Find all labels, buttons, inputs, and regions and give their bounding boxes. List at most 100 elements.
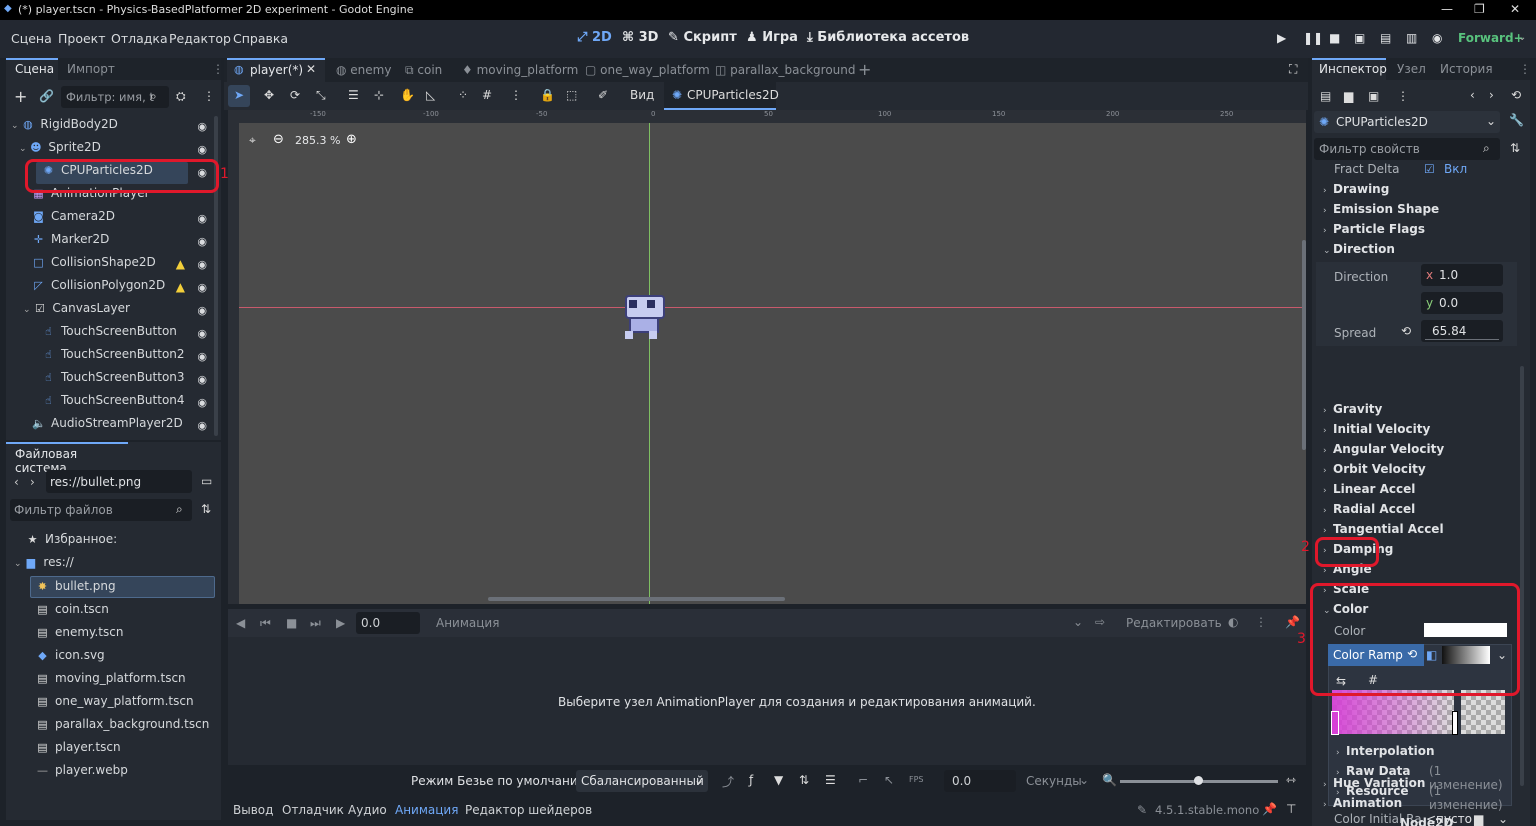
list-select-icon[interactable]: ☰ [348,88,359,102]
file-item[interactable]: — player.webp [36,763,128,785]
pin-icon[interactable]: 📌 [1262,802,1277,816]
split-view-icon[interactable]: ▭ [201,474,212,488]
checkbox-checked-icon[interactable]: ☑ [1424,162,1435,176]
scene-tab-coin[interactable]: ⧉ coin [405,63,442,78]
center-view-icon[interactable]: ⌖ [249,133,256,148]
animation-name-select[interactable]: Анимация [436,616,499,630]
section-radial-accel[interactable]: › Radial Accel [1323,502,1415,522]
file-item[interactable]: ▤ coin.tscn [36,602,109,624]
edit-animation-button[interactable]: Редактировать [1126,616,1222,630]
workspace-game-button[interactable]: ♟ Игра [746,30,798,45]
file-item[interactable]: ▤ player.tscn [36,740,120,762]
tree-node-collisionpolygon[interactable]: ◸ CollisionPolygon2D ▲ ◉ [32,278,207,300]
bone-icon[interactable]: ✐ [598,88,608,102]
ruler-tool-icon[interactable]: ◺ [426,88,435,102]
menu-debug[interactable]: Отладка [111,31,168,46]
cursor-icon[interactable]: ↖ [884,773,894,787]
fps-icon[interactable]: FPS [909,775,924,784]
anim-time-input[interactable]: 0.0 [356,612,420,634]
menu-help[interactable]: Справка [233,31,288,46]
tree-node-touch2[interactable]: ☝ TouchScreenButton2 ◉ [42,347,207,369]
tab-node[interactable]: Узел [1397,62,1426,76]
add-tab-icon[interactable]: + [858,60,871,79]
file-item[interactable]: ▤ enemy.tscn [36,625,123,647]
filesystem-path-input[interactable]: res://bullet.png [46,470,192,493]
minimize-icon[interactable]: — [1441,2,1453,16]
workspace-3d-button[interactable]: ⌘ 3D [622,30,658,45]
favorites-item[interactable]: ★ Избранное: [26,532,118,554]
distraction-free-icon[interactable]: ⛶ [1289,62,1297,77]
scale-tool-icon[interactable]: ⤡ [316,88,326,103]
close-icon[interactable]: ✕ [1510,2,1520,16]
expand-bottom-icon[interactable]: ⊤ [1286,802,1296,816]
visibility-eye-icon[interactable]: ◉ [197,419,207,432]
section-interpolation[interactable]: › Interpolation [1336,744,1434,764]
file-item[interactable]: ▤ one_way_platform.tscn [36,694,193,716]
play-icon[interactable]: ▶ [1277,31,1286,45]
view-menu[interactable]: Вид [630,88,654,102]
visibility-eye-icon[interactable]: ◉ [197,258,207,271]
group-icon[interactable]: ⬚ [566,88,577,102]
zoom-in-icon[interactable]: ⊕ [346,132,357,147]
warning-icon[interactable]: ▲ [176,280,185,294]
section-initial-velocity[interactable]: › Initial Velocity [1323,422,1430,442]
stop-icon[interactable]: ■ [1329,31,1340,45]
onion-skin-icon[interactable]: ◐ [1228,615,1238,629]
zoom-out-icon[interactable]: ⊖ [273,132,284,147]
file-filter-input[interactable]: Фильтр файлов ⌕ [10,499,192,521]
tree-node-marker[interactable]: ✛ Marker2D ◉ [32,232,207,254]
viewport-hscrollbar[interactable] [488,597,785,601]
play-from-start-icon[interactable]: ⏭ [310,616,321,631]
autoplay-icon[interactable]: ⇨ [1095,615,1105,629]
play-custom-icon[interactable]: ▥ [1406,31,1417,45]
chevron-down-icon[interactable]: ⌄ [1073,615,1083,629]
file-item[interactable]: ▤ parallax_background.tscn [36,717,209,739]
object-properties-icon[interactable]: 🔧 [1509,113,1524,127]
open-resource-icon[interactable]: ▆ [1344,89,1353,103]
renderer-select[interactable]: Forward+ [1458,31,1524,45]
sort-tracks-icon[interactable]: ⇅ [799,773,809,787]
tree-node-collisionshape[interactable]: □ CollisionShape2D ▲ ◉ [32,255,207,277]
menu-scene[interactable]: Сцена [11,31,52,46]
sort-properties-icon[interactable]: ⇅ [1510,141,1520,155]
play-anim-icon[interactable]: ▶ [336,616,345,630]
tab-history[interactable]: История [1440,62,1493,76]
snap-icon[interactable]: ⌐ [858,773,868,787]
viewport-vscrollbar[interactable] [1302,240,1306,450]
node2d-header[interactable]: Node2D [1330,816,1500,826]
section-emission-shape[interactable]: › Emission Shape [1323,202,1439,222]
chevron-down-icon[interactable]: ⌄ [1079,773,1089,787]
file-item[interactable]: ✸ bullet.png [36,579,116,601]
function-icon[interactable]: ƒ [749,773,753,787]
tree-node-audio[interactable]: 🔈 AudioStreamPlayer2D ◉ [32,416,207,438]
section-gravity[interactable]: › Gravity [1323,402,1382,422]
add-node-icon[interactable]: + [14,87,27,106]
link-icon[interactable]: 🔗 [39,89,54,103]
object-history-icon[interactable]: ⟲ [1511,88,1521,102]
bottom-tab-output[interactable]: Вывод [233,803,273,817]
tree-node-rigidbody[interactable]: ⌄ ◍ RigidBody2D ◉ [11,117,207,139]
gradient-editor[interactable] [1332,690,1454,734]
bezier-icon[interactable]: ⤴ [722,773,734,790]
gradient-stop-end[interactable] [1452,711,1458,735]
stop-anim-icon[interactable]: ■ [286,616,297,630]
pin-icon[interactable]: 📌 [1285,615,1300,629]
scene-tab-parallax[interactable]: ◫ parallax_background [715,63,856,77]
history-forward-icon[interactable]: › [1489,88,1494,102]
menu-editor[interactable]: Редактор [169,31,231,46]
workspace-assetlib-button[interactable]: ⤓ Библиотека ассетов [807,30,969,45]
visibility-eye-icon[interactable]: ◉ [197,120,207,133]
rotate-tool-icon[interactable]: ⟳ [290,88,300,102]
scene-menu-icon[interactable]: ⋮ [203,89,215,103]
play-backwards-from-end-icon[interactable]: ⏮ [260,616,271,631]
move-tool-icon[interactable]: ✥ [264,88,274,102]
section-direction[interactable]: ⌄ Direction [1323,242,1395,262]
visibility-eye-icon[interactable]: ◉ [197,235,207,248]
visibility-eye-icon[interactable]: ◉ [197,396,207,409]
workspace-script-button[interactable]: ✎ Скрипт [668,30,737,45]
pivot-tool-icon[interactable]: ⊹ [374,88,384,102]
select-tool-icon[interactable]: ➤ [234,88,244,102]
sort-icon[interactable]: ⇅ [201,502,211,516]
tree-node-canvaslayer[interactable]: ⌄ ☑ CanvasLayer ◉ [23,301,207,323]
filter-tracks-icon[interactable]: ▼ [774,773,783,787]
